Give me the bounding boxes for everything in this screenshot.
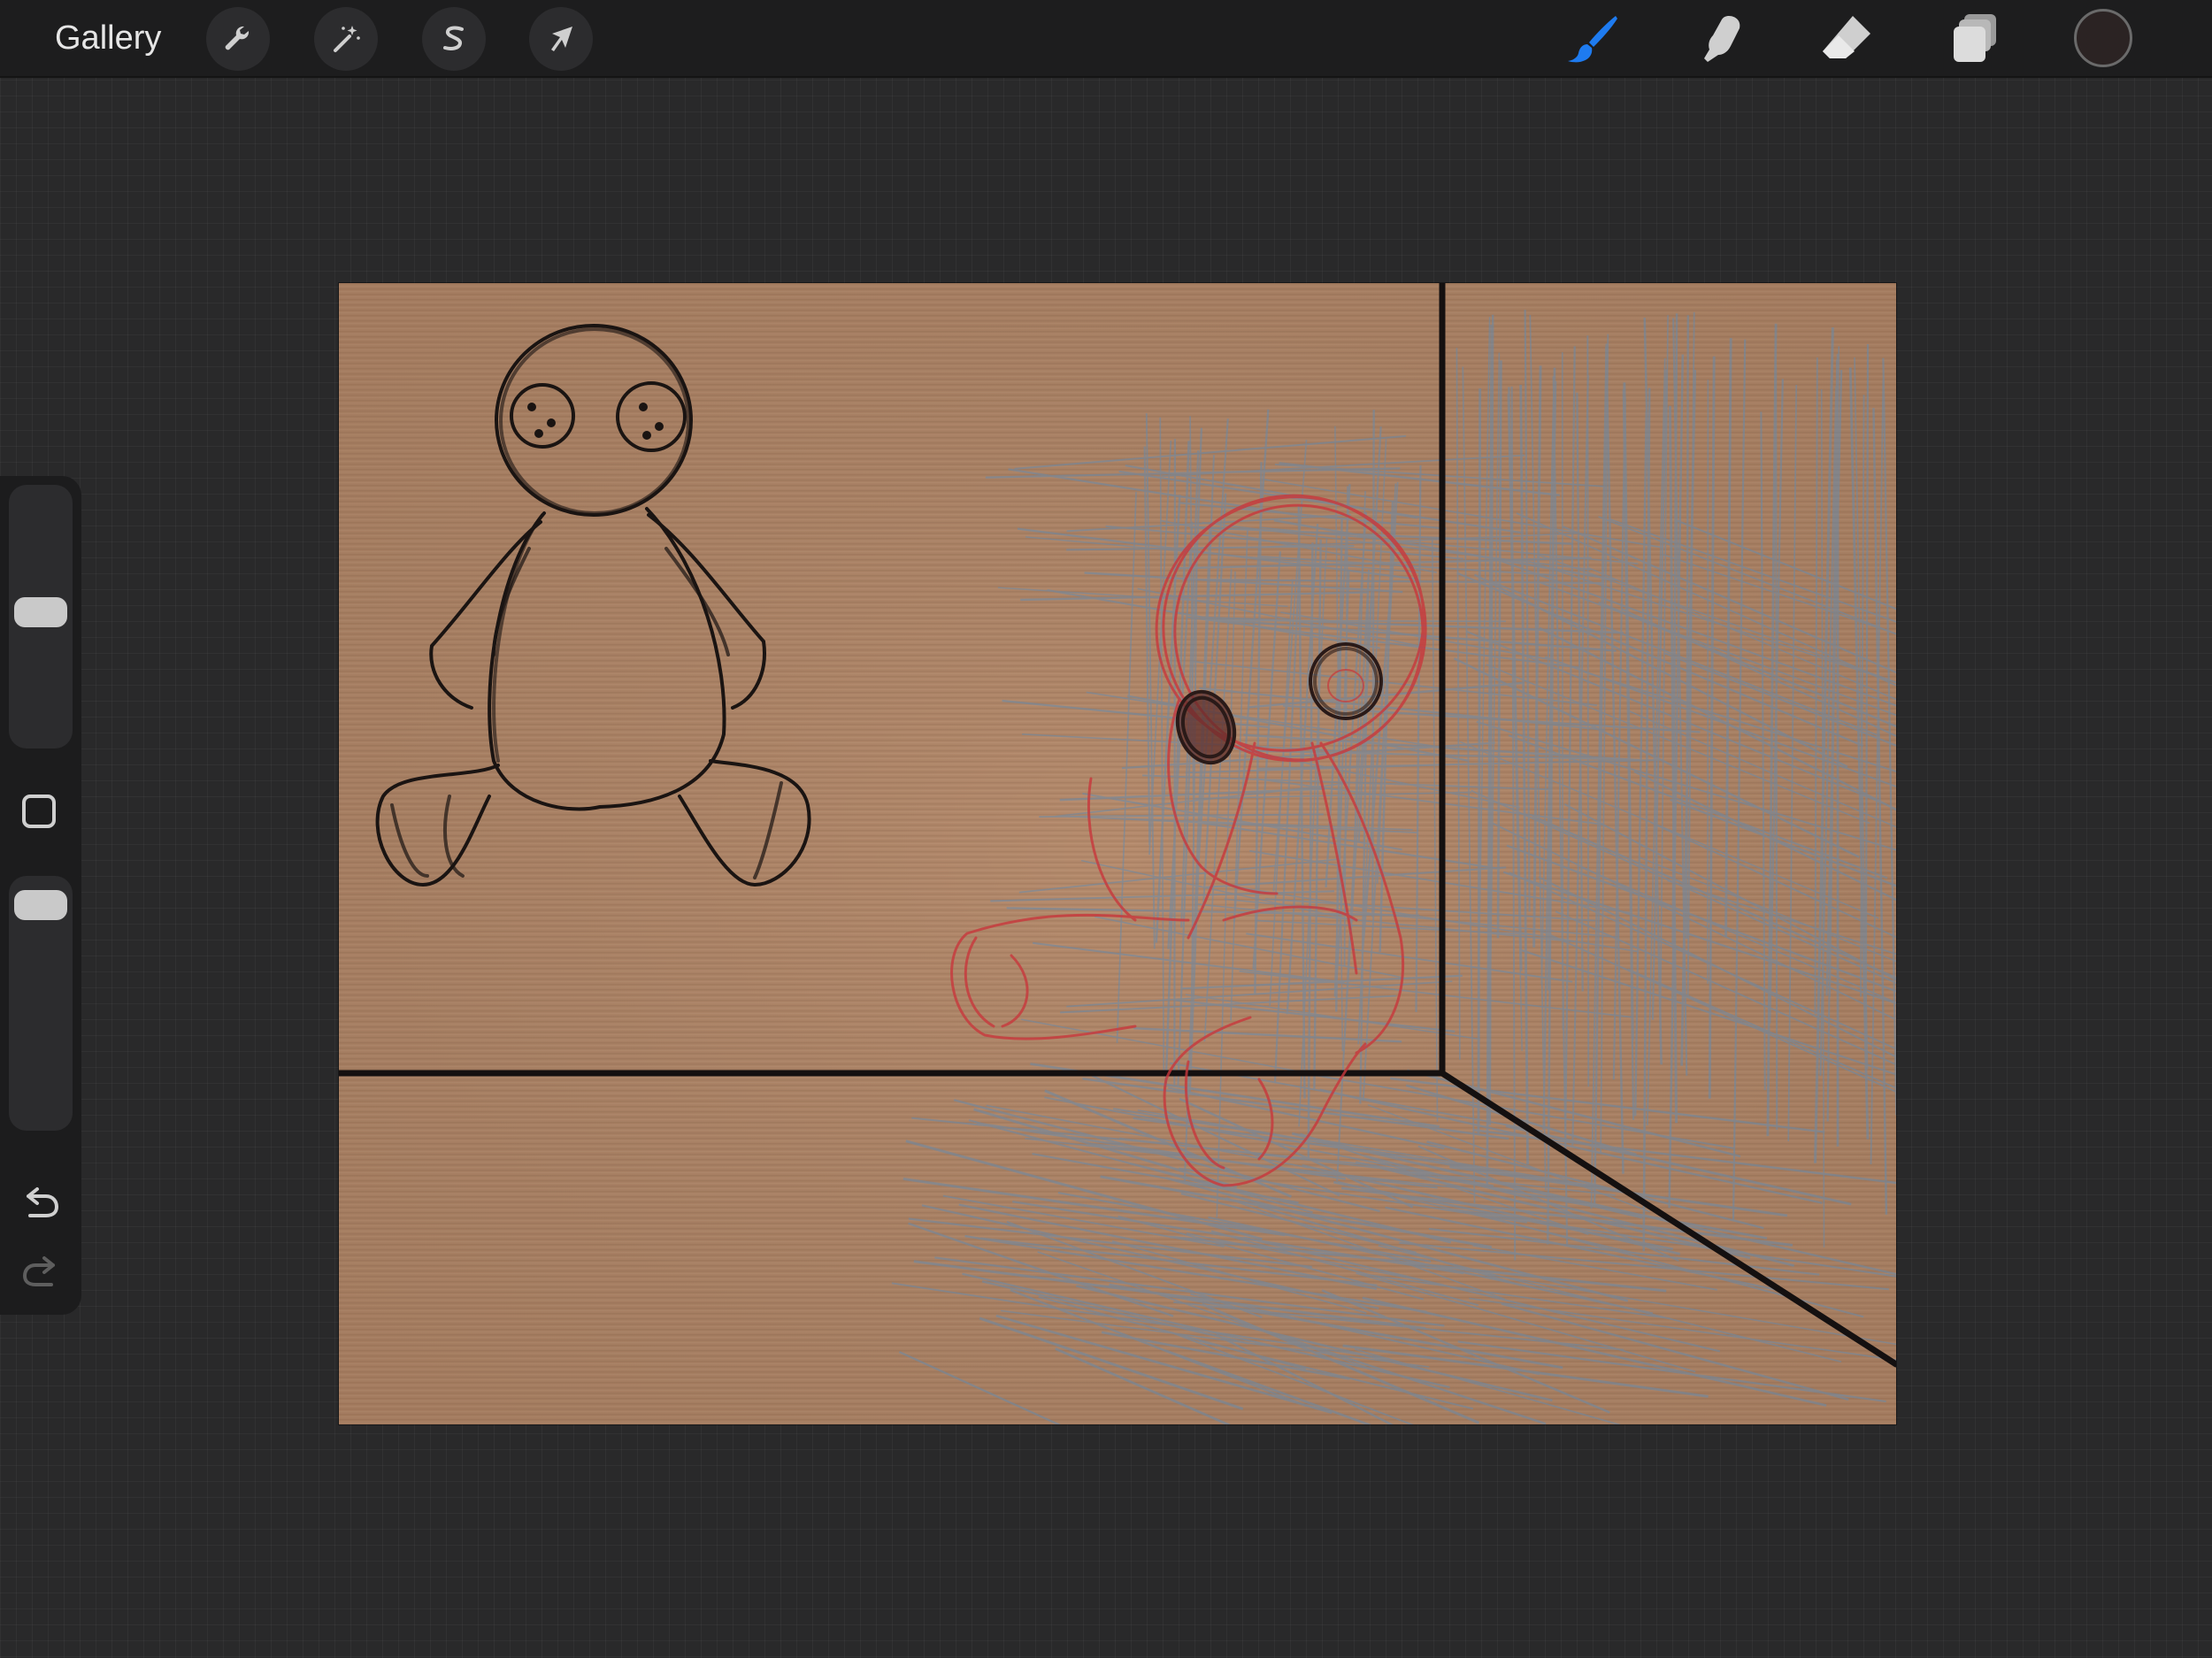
- brush-size-slider-thumb[interactable]: [14, 596, 67, 627]
- eraser-button[interactable]: [1814, 7, 1881, 71]
- eraser-icon: [1823, 16, 1870, 58]
- drawing-canvas[interactable]: [339, 283, 1896, 1424]
- brush-button[interactable]: [1559, 7, 1626, 71]
- selection-button[interactable]: [422, 7, 486, 71]
- hatch-stroke: [1586, 335, 1590, 1087]
- brush-opacity-slider[interactable]: [9, 876, 73, 1131]
- magic-wand-icon: [334, 26, 360, 52]
- color-picker-button[interactable]: [2074, 9, 2132, 67]
- brush-size-slider[interactable]: [9, 485, 73, 748]
- adjustments-button[interactable]: [314, 7, 378, 71]
- procreate-app: Gallery: [0, 0, 2212, 1658]
- redo-arrow-icon[interactable]: [19, 1251, 62, 1293]
- top-toolbar: Gallery: [0, 0, 2212, 78]
- actions-button[interactable]: [206, 7, 270, 71]
- undo-arrow-icon[interactable]: [19, 1182, 62, 1224]
- transform-button[interactable]: [529, 7, 593, 71]
- gallery-button[interactable]: Gallery: [55, 16, 161, 60]
- layers-button[interactable]: [1941, 7, 2008, 71]
- arrow-cursor-icon: [551, 27, 572, 51]
- square-modify-icon[interactable]: [22, 794, 56, 828]
- hatch-stroke: [1237, 619, 1506, 623]
- wrench-icon: [225, 26, 250, 50]
- artwork: [339, 283, 1896, 1424]
- hatch-stroke: [1477, 388, 1482, 1135]
- brush-icon: [1568, 16, 1617, 63]
- left-sidebar: [0, 476, 81, 1315]
- hatch-stroke: [1173, 439, 1177, 1085]
- selection-s-icon: [443, 26, 464, 50]
- brush-opacity-slider-thumb[interactable]: [14, 889, 67, 920]
- smudge-finger-icon: [1704, 16, 1740, 62]
- smudge-button[interactable]: [1686, 7, 1754, 71]
- hatch-stroke: [1686, 315, 1689, 940]
- layers-icon: [1954, 14, 1996, 62]
